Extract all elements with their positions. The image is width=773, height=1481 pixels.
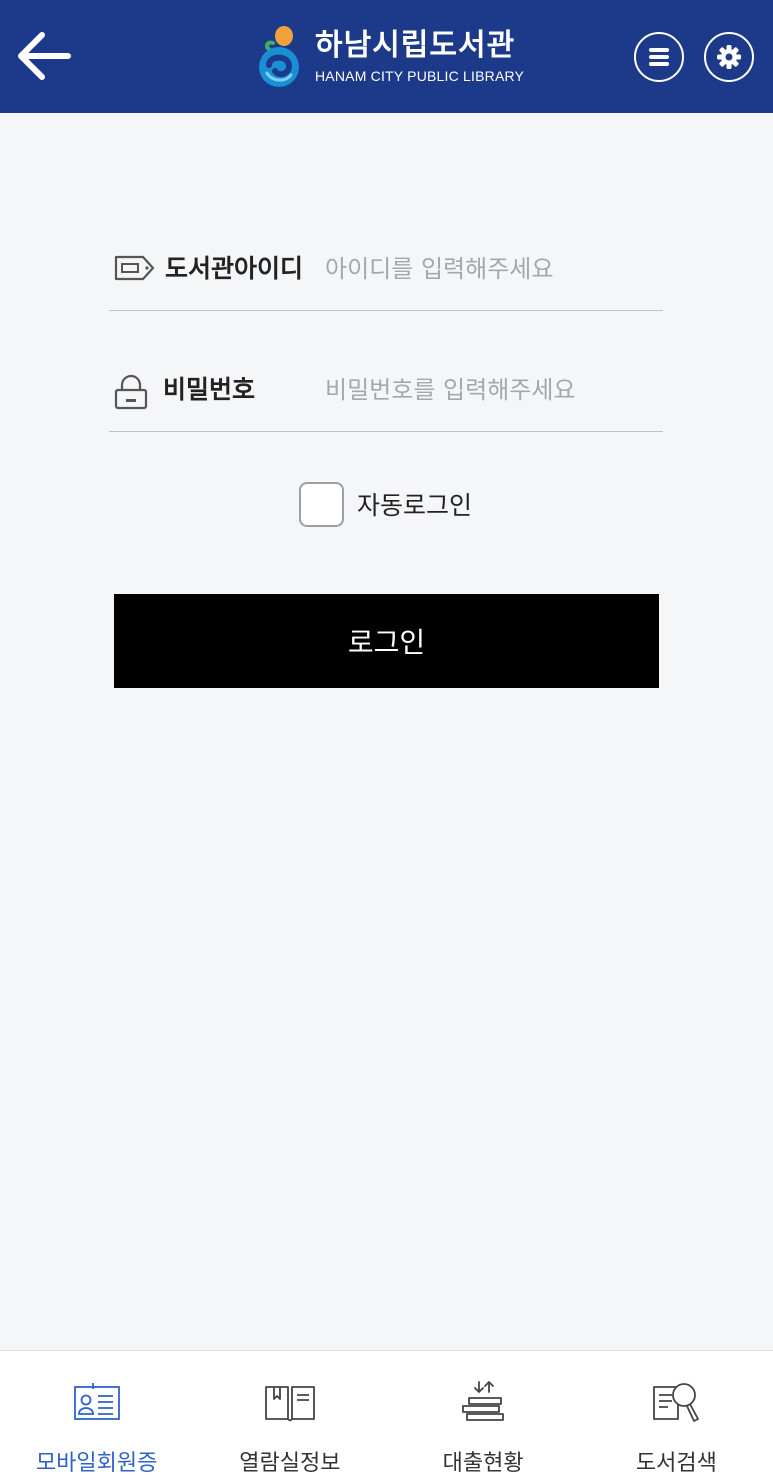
arrow-left-icon xyxy=(18,32,71,80)
auto-login-toggle[interactable]: 자동로그인 xyxy=(299,481,472,527)
gear-icon xyxy=(717,45,741,69)
book-stack-icon xyxy=(462,1381,505,1421)
password-label: 비밀번호 xyxy=(163,375,256,404)
nav-loan-status[interactable]: 대출현황 xyxy=(387,1351,580,1481)
back-button[interactable] xyxy=(14,27,74,85)
library-id-field: 도서관아이디 xyxy=(109,231,663,311)
password-input[interactable] xyxy=(325,370,655,410)
book-search-icon xyxy=(653,1383,700,1422)
menu-button[interactable] xyxy=(634,32,684,82)
header-bar: 하남시립도서관 HANAM CITY PUBLIC LIBRARY xyxy=(0,0,773,113)
library-subtitle: HANAM CITY PUBLIC LIBRARY xyxy=(315,68,525,84)
library-id-label: 도서관아이디 xyxy=(165,254,304,283)
nav-book-search[interactable]: 도서검색 xyxy=(580,1351,773,1481)
library-emblem-icon xyxy=(259,26,299,87)
app-root: 하남시립도서관 HANAM CITY PUBLIC LIBRARY 도서관아이디… xyxy=(0,0,773,1481)
open-book-icon xyxy=(264,1386,315,1422)
member-card-icon xyxy=(73,1383,120,1420)
menu-icon xyxy=(649,48,669,66)
nav-label: 열람실정보 xyxy=(239,1451,341,1476)
library-logo: 하남시립도서관 HANAM CITY PUBLIC LIBRARY xyxy=(255,24,524,90)
auto-login-label: 자동로그인 xyxy=(357,491,473,520)
library-title: 하남시립도서관 xyxy=(315,28,516,63)
password-field: 비밀번호 xyxy=(109,352,663,432)
bottom-nav: 모바일회원증 열람실정보 대출현황 도서검색 xyxy=(0,1350,773,1481)
auto-login-checkbox[interactable] xyxy=(299,481,344,527)
nav-mobile-member-card[interactable]: 모바일회원증 xyxy=(0,1351,193,1481)
login-button[interactable]: 로그인 xyxy=(114,594,659,688)
nav-label: 도서검색 xyxy=(635,1451,717,1476)
lock-icon xyxy=(114,374,148,410)
id-tag-icon xyxy=(114,255,155,281)
nav-label: 대출현황 xyxy=(442,1451,524,1476)
nav-label: 모바일회원증 xyxy=(35,1451,158,1476)
nav-reading-room-info[interactable]: 열람실정보 xyxy=(193,1351,386,1481)
settings-button[interactable] xyxy=(704,32,754,82)
library-id-input[interactable] xyxy=(325,249,655,289)
